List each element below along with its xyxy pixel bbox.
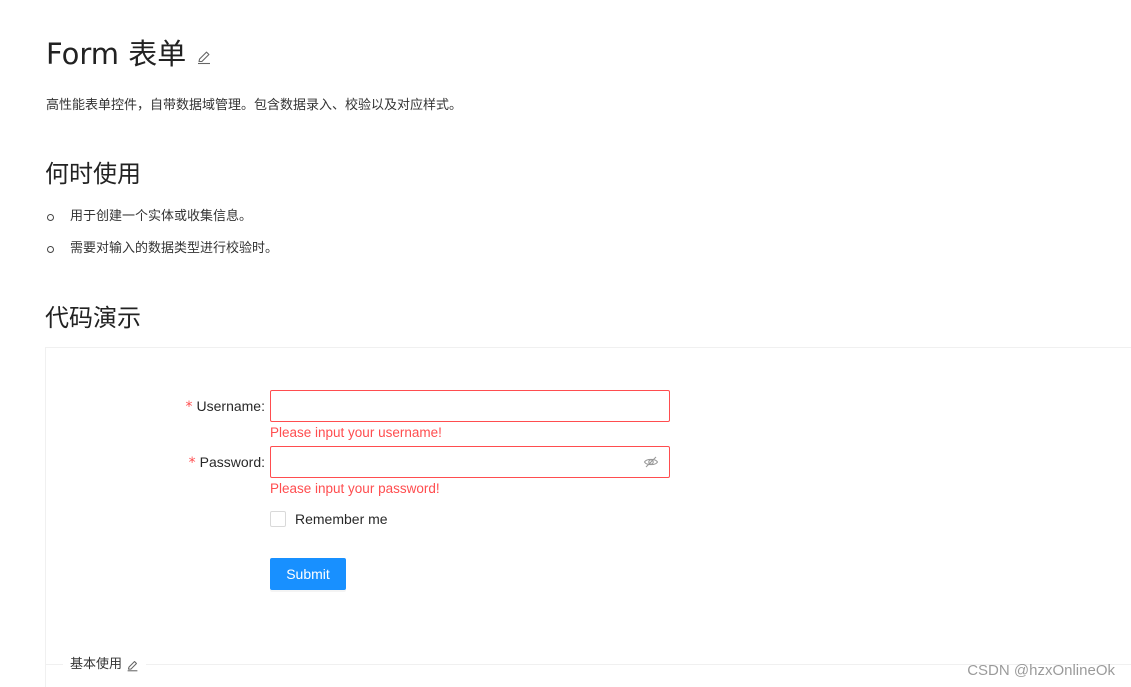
when-to-use-heading: 何时使用	[45, 160, 141, 188]
eye-invisible-icon[interactable]	[643, 454, 659, 470]
list-item: 用于创建一个实体或收集信息。	[46, 207, 252, 227]
remember-checkbox[interactable]	[270, 511, 286, 527]
username-label: * Username:	[186, 396, 265, 417]
page-title-text: Form 表单	[46, 37, 187, 71]
code-demo-heading: 代码演示	[45, 304, 141, 332]
page-description: 高性能表单控件，自带数据域管理。包含数据录入、校验以及对应样式。	[46, 98, 463, 113]
password-input[interactable]	[270, 446, 670, 478]
remember-label[interactable]: Remember me	[295, 509, 388, 529]
label-colon: :	[261, 398, 265, 414]
list-item: 需要对输入的数据类型进行校验时。	[46, 239, 278, 259]
demo-meta-title: 基本使用	[63, 656, 147, 674]
list-item-text: 需要对输入的数据类型进行校验时。	[70, 241, 279, 256]
username-label-text: Username	[196, 398, 262, 414]
list-item-text: 用于创建一个实体或收集信息。	[70, 209, 253, 224]
password-label: * Password:	[189, 452, 265, 473]
demo-meta-title-text: 基本使用	[70, 657, 123, 672]
edit-icon[interactable]	[126, 659, 139, 672]
required-mark: *	[185, 399, 193, 415]
page-title: Form 表单	[46, 34, 212, 74]
password-error: Please input your password!	[270, 481, 440, 496]
submit-button[interactable]: Submit	[270, 558, 346, 590]
watermark: CSDN @hzxOnlineOk	[967, 662, 1115, 679]
required-mark: *	[188, 455, 196, 471]
password-label-text: Password	[199, 454, 262, 470]
username-error: Please input your username!	[270, 425, 442, 440]
bullet-icon	[47, 213, 54, 221]
edit-icon[interactable]	[196, 49, 212, 65]
bullet-icon	[47, 245, 54, 253]
label-colon: :	[261, 454, 265, 470]
username-input[interactable]	[270, 390, 670, 422]
